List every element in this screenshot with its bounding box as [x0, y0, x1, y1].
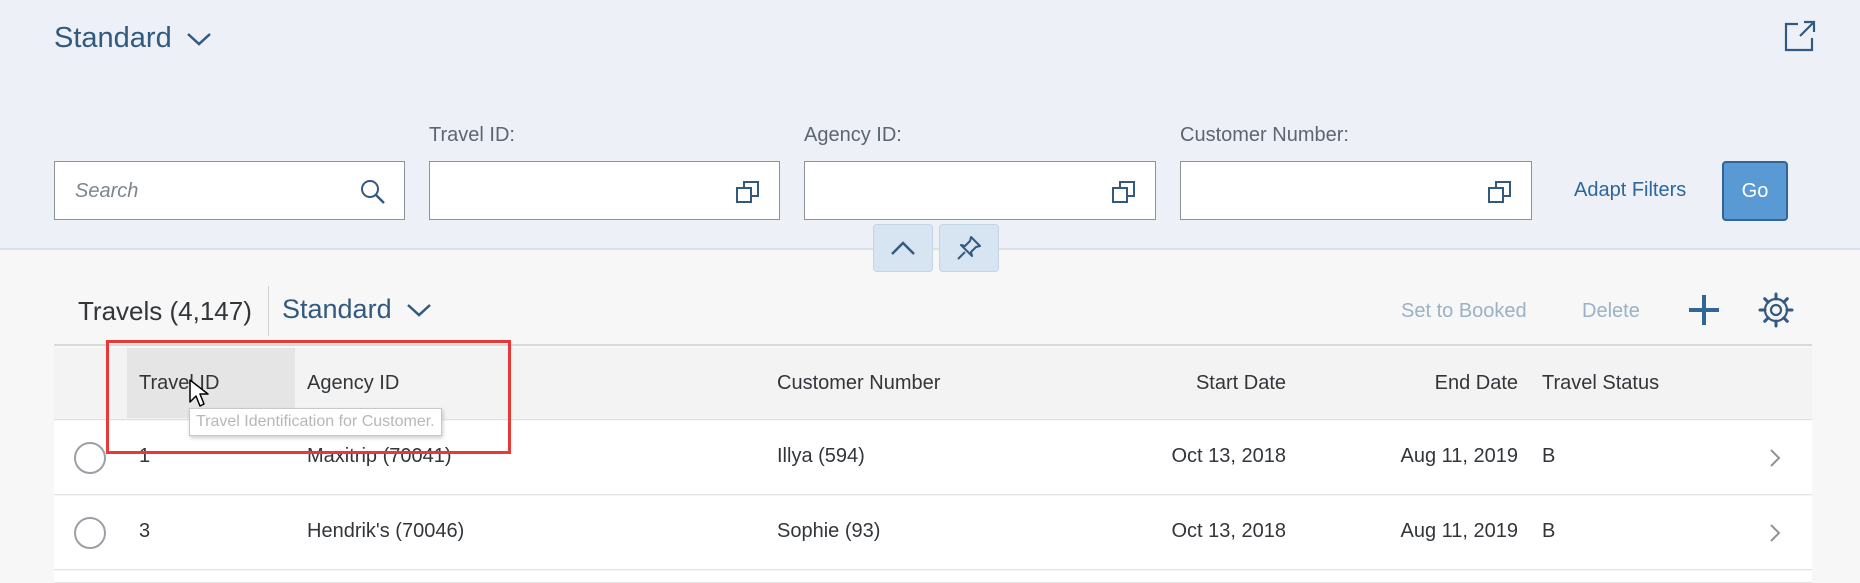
variant-title: Standard	[54, 22, 172, 54]
toolbar-separator	[268, 286, 269, 336]
value-help-icon[interactable]	[735, 179, 761, 205]
delete-button[interactable]: Delete	[1582, 300, 1640, 323]
column-tooltip: Travel Identification for Customer.	[189, 408, 442, 436]
pin-icon	[957, 236, 981, 260]
table-row[interactable]: 3 Hendrik's (70046) Sophie (93) Oct 13, …	[54, 496, 1812, 570]
customer-number-filter-label: Customer Number:	[1180, 124, 1349, 146]
search-icon[interactable]	[360, 179, 386, 205]
table-variant-management[interactable]: Standard	[282, 294, 432, 325]
value-help-icon[interactable]	[1487, 179, 1513, 205]
column-agency-id[interactable]: Agency ID	[307, 372, 399, 395]
chevron-right-icon[interactable]	[1768, 521, 1782, 545]
agency-id-filter-label: Agency ID:	[804, 124, 902, 146]
column-end-date[interactable]: End Date	[1286, 372, 1518, 395]
go-button[interactable]: Go	[1722, 161, 1788, 221]
chevron-down-icon	[186, 32, 211, 46]
variant-management[interactable]: Standard	[54, 22, 212, 55]
row-select-radio[interactable]	[74, 442, 106, 474]
cell-customer: Illya (594)	[777, 445, 865, 467]
set-to-booked-button[interactable]: Set to Booked	[1401, 300, 1527, 323]
collapse-header-button[interactable]	[873, 224, 933, 272]
customer-number-field[interactable]	[1180, 161, 1532, 220]
cell-end-date: Aug 11, 2019	[1400, 445, 1518, 467]
add-icon[interactable]	[1686, 292, 1722, 328]
column-travel-status[interactable]: Travel Status	[1542, 372, 1659, 395]
adapt-filters-button[interactable]: Adapt Filters	[1574, 179, 1686, 202]
cell-travel-status: B	[1542, 520, 1556, 542]
cell-travel-id: 3	[139, 520, 151, 542]
cell-travel-status: B	[1542, 445, 1556, 467]
value-help-icon[interactable]	[1111, 179, 1137, 205]
search-placeholder: Search	[75, 180, 139, 202]
cell-agency: Maxitrip (70041)	[307, 445, 452, 467]
search-input[interactable]: Search	[54, 161, 405, 220]
table-toolbar: Travels (4,147) Standard Set to Booked D…	[54, 276, 1812, 346]
cell-start-date: Oct 13, 2018	[1171, 520, 1286, 542]
pin-header-button[interactable]	[939, 224, 999, 272]
share-icon[interactable]	[1782, 18, 1818, 54]
row-select-radio[interactable]	[74, 517, 106, 549]
travel-id-field[interactable]	[429, 161, 780, 220]
column-start-date[interactable]: Start Date	[1054, 372, 1286, 395]
chevron-down-icon	[406, 303, 431, 317]
cell-customer: Sophie (93)	[777, 520, 881, 542]
table-title: Travels (4,147)	[78, 296, 252, 326]
settings-gear-icon[interactable]	[1758, 292, 1794, 328]
cell-start-date: Oct 13, 2018	[1171, 445, 1286, 467]
table-variant-title: Standard	[282, 294, 392, 324]
chevron-up-icon	[891, 241, 915, 255]
mouse-pointer-icon	[189, 379, 209, 407]
travel-id-filter-label: Travel ID:	[429, 124, 515, 146]
cell-end-date: Aug 11, 2019	[1400, 520, 1518, 542]
cell-travel-id: 1	[139, 445, 151, 467]
table-row[interactable]	[54, 571, 1812, 583]
agency-id-field[interactable]	[804, 161, 1156, 220]
filter-bar: Standard Search Travel ID: Agency ID: Cu…	[0, 0, 1860, 250]
cell-agency: Hendrik's (70046)	[307, 520, 465, 542]
chevron-right-icon[interactable]	[1768, 446, 1782, 470]
column-customer-number[interactable]: Customer Number	[777, 372, 940, 395]
